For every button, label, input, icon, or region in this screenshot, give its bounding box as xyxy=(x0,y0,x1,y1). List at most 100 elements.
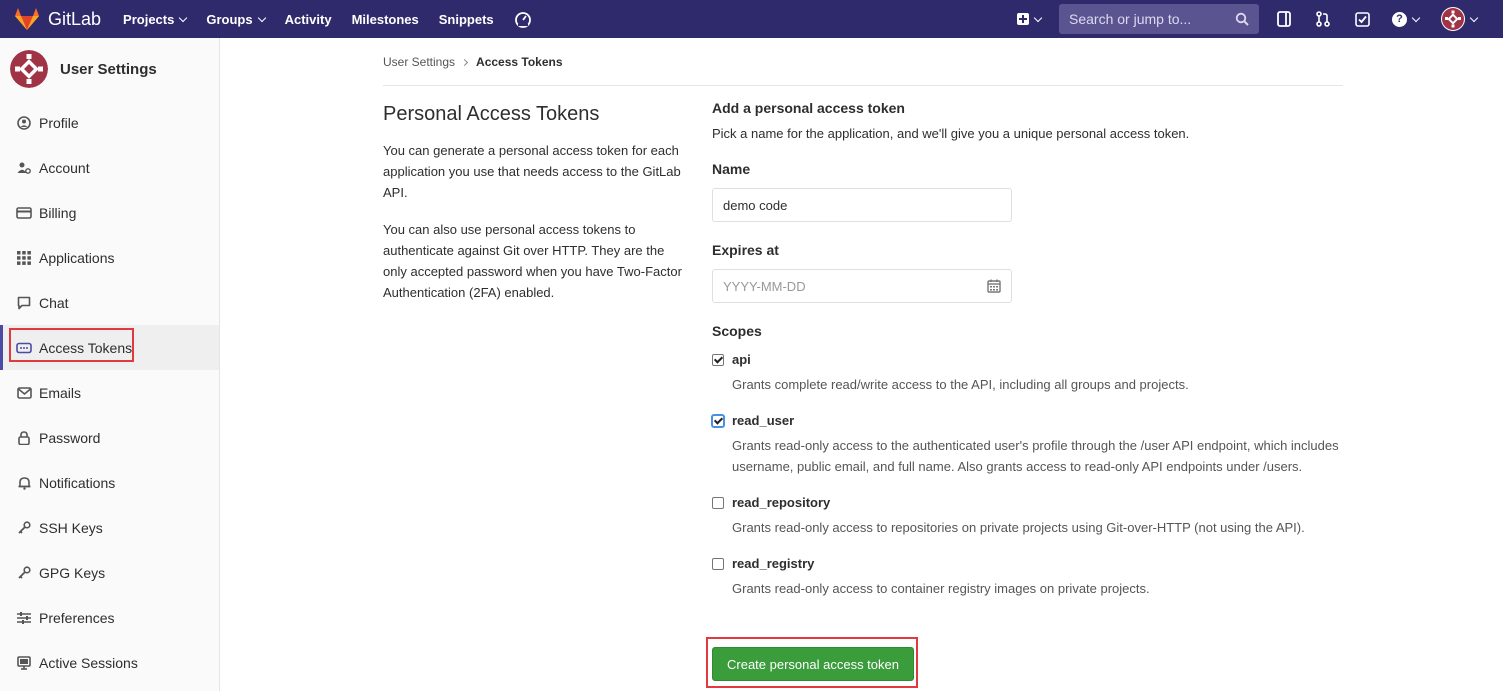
name-label: Name xyxy=(712,161,751,177)
calendar-icon[interactable] xyxy=(987,279,1001,293)
intro-paragraph-1: You can generate a personal access token… xyxy=(383,143,681,200)
sidebar-item-label: Notifications xyxy=(39,474,116,491)
scope-read-user: read_user Grants read-only access to the… xyxy=(712,413,1342,477)
scope-description: Grants read-only access to container reg… xyxy=(732,581,1150,596)
scope-api: api Grants complete read/write access to… xyxy=(712,352,1342,395)
sidebar-item-active-sessions[interactable]: Active Sessions xyxy=(0,640,219,685)
expires-placeholder: YYYY-MM-DD xyxy=(723,278,806,294)
form-title: Add a personal access token xyxy=(712,100,905,116)
scope-name[interactable]: read_registry xyxy=(732,556,1342,572)
sidebar-item-label: Profile xyxy=(39,114,79,131)
sidebar-item-preferences[interactable]: Preferences xyxy=(0,595,219,640)
nav-groups[interactable]: Groups xyxy=(206,11,266,27)
nav-projects[interactable]: Projects xyxy=(123,12,188,27)
merge-request-icon xyxy=(1316,11,1330,27)
avatar-pattern-icon xyxy=(1442,8,1464,30)
todos-button[interactable] xyxy=(1353,10,1371,28)
sidebar-item-label: Billing xyxy=(39,204,77,221)
form-subtitle: Pick a name for the application, and we'… xyxy=(712,126,1190,141)
name-field[interactable]: demo code xyxy=(712,188,1012,222)
intro-paragraph-2: You can also use personal access tokens … xyxy=(383,222,682,300)
scope-description: Grants read-only access to the authentic… xyxy=(732,438,1339,474)
plus-icon xyxy=(1017,13,1029,25)
chevron-down-icon xyxy=(1469,13,1479,22)
expires-date-field[interactable]: YYYY-MM-DD xyxy=(712,269,1012,303)
panel-icon xyxy=(1277,11,1291,27)
breadcrumb-current[interactable]: Access Tokens xyxy=(476,55,563,69)
nav-snippets-label: Snippets xyxy=(438,11,494,27)
nav-activity-label: Activity xyxy=(284,11,332,27)
divider xyxy=(383,85,1343,86)
intro-column: Personal Access Tokens You can generate … xyxy=(383,103,683,319)
chevron-down-icon xyxy=(257,13,266,22)
top-navbar: GitLab Projects Groups Activity Mileston… xyxy=(0,0,1503,38)
bell-icon xyxy=(16,475,32,491)
sidebar-item-gpg-keys[interactable]: GPG Keys xyxy=(0,550,219,595)
sidebar-toggle-button[interactable] xyxy=(1275,10,1293,28)
dashboard-gauge-icon xyxy=(514,12,531,28)
sidebar-item-notifications[interactable]: Notifications xyxy=(0,460,219,505)
page-title: Personal Access Tokens xyxy=(383,103,600,125)
scope-name[interactable]: read_user xyxy=(732,413,1342,429)
envelope-icon xyxy=(16,385,32,401)
chevron-right-icon xyxy=(460,58,469,66)
chevron-down-icon xyxy=(1033,13,1043,22)
breadcrumb-user-settings[interactable]: User Settings xyxy=(383,55,455,69)
scope-read-repository: read_repository Grants read-only access … xyxy=(712,495,1342,538)
sidebar-item-label: GPG Keys xyxy=(39,564,106,581)
scope-api-checkbox[interactable] xyxy=(712,354,724,366)
scope-read-registry: read_registry Grants read-only access to… xyxy=(712,556,1342,599)
sidebar-item-label: Account xyxy=(39,159,90,176)
sidebar-item-label: Emails xyxy=(39,384,82,401)
chevron-down-icon xyxy=(1411,13,1421,22)
chat-icon xyxy=(16,295,32,311)
expires-label: Expires at xyxy=(712,242,779,258)
scope-read-user-checkbox[interactable] xyxy=(712,415,724,427)
account-icon xyxy=(16,160,32,176)
nav-milestones-label: Milestones xyxy=(351,11,419,27)
sidebar-item-ssh-keys[interactable]: SSH Keys xyxy=(0,505,219,550)
sidebar-item-profile[interactable]: Profile xyxy=(0,100,219,145)
lock-icon xyxy=(16,430,32,446)
nav-milestones[interactable]: Milestones xyxy=(352,12,419,27)
help-dropdown-button[interactable]: ? xyxy=(1392,11,1421,27)
monitor-icon xyxy=(16,655,32,671)
applications-grid-icon xyxy=(16,250,32,266)
gitlab-logo-icon xyxy=(15,8,39,30)
gitlab-home-link[interactable]: GitLab xyxy=(14,0,101,38)
highlight-box xyxy=(706,637,918,688)
new-dropdown-button[interactable] xyxy=(1017,13,1043,25)
admin-dashboard-link[interactable] xyxy=(514,10,532,28)
sidebar-item-label: Active Sessions xyxy=(39,654,138,671)
sidebar-item-emails[interactable]: Emails xyxy=(0,370,219,415)
sidebar-title: User Settings xyxy=(60,60,157,78)
sidebar-item-chat[interactable]: Chat xyxy=(0,280,219,325)
scope-read-repository-checkbox[interactable] xyxy=(712,497,724,509)
sidebar-item-label: Applications xyxy=(39,249,115,266)
nav-snippets[interactable]: Snippets xyxy=(439,12,494,27)
sidebar-item-password[interactable]: Password xyxy=(0,415,219,460)
brand-name: GitLab xyxy=(48,8,102,29)
sidebar-item-billing[interactable]: Billing xyxy=(0,190,219,235)
key-icon xyxy=(16,520,32,536)
key-icon xyxy=(16,565,32,581)
sidebar-item-label: Preferences xyxy=(39,609,115,626)
user-menu-button[interactable] xyxy=(1441,7,1479,31)
nav-groups-label: Groups xyxy=(206,11,253,27)
search-input[interactable]: Search or jump to... xyxy=(1059,4,1259,34)
scope-description: Grants read-only access to repositories … xyxy=(732,520,1305,535)
scope-description: Grants complete read/write access to the… xyxy=(732,377,1189,392)
sidebar-item-applications[interactable]: Applications xyxy=(0,235,219,280)
breadcrumb: User Settings Access Tokens xyxy=(383,55,563,69)
sidebar-item-account[interactable]: Account xyxy=(0,145,219,190)
scope-read-registry-checkbox[interactable] xyxy=(712,558,724,570)
avatar xyxy=(1441,7,1465,31)
scope-name[interactable]: api xyxy=(732,352,1342,368)
highlight-box xyxy=(9,328,134,362)
nav-activity[interactable]: Activity xyxy=(285,12,332,27)
merge-requests-button[interactable] xyxy=(1314,10,1332,28)
chevron-down-icon xyxy=(179,13,188,22)
sidebar-header[interactable]: User Settings xyxy=(0,38,219,100)
sidebar-item-label: Password xyxy=(39,429,101,446)
scope-name[interactable]: read_repository xyxy=(732,495,1342,511)
